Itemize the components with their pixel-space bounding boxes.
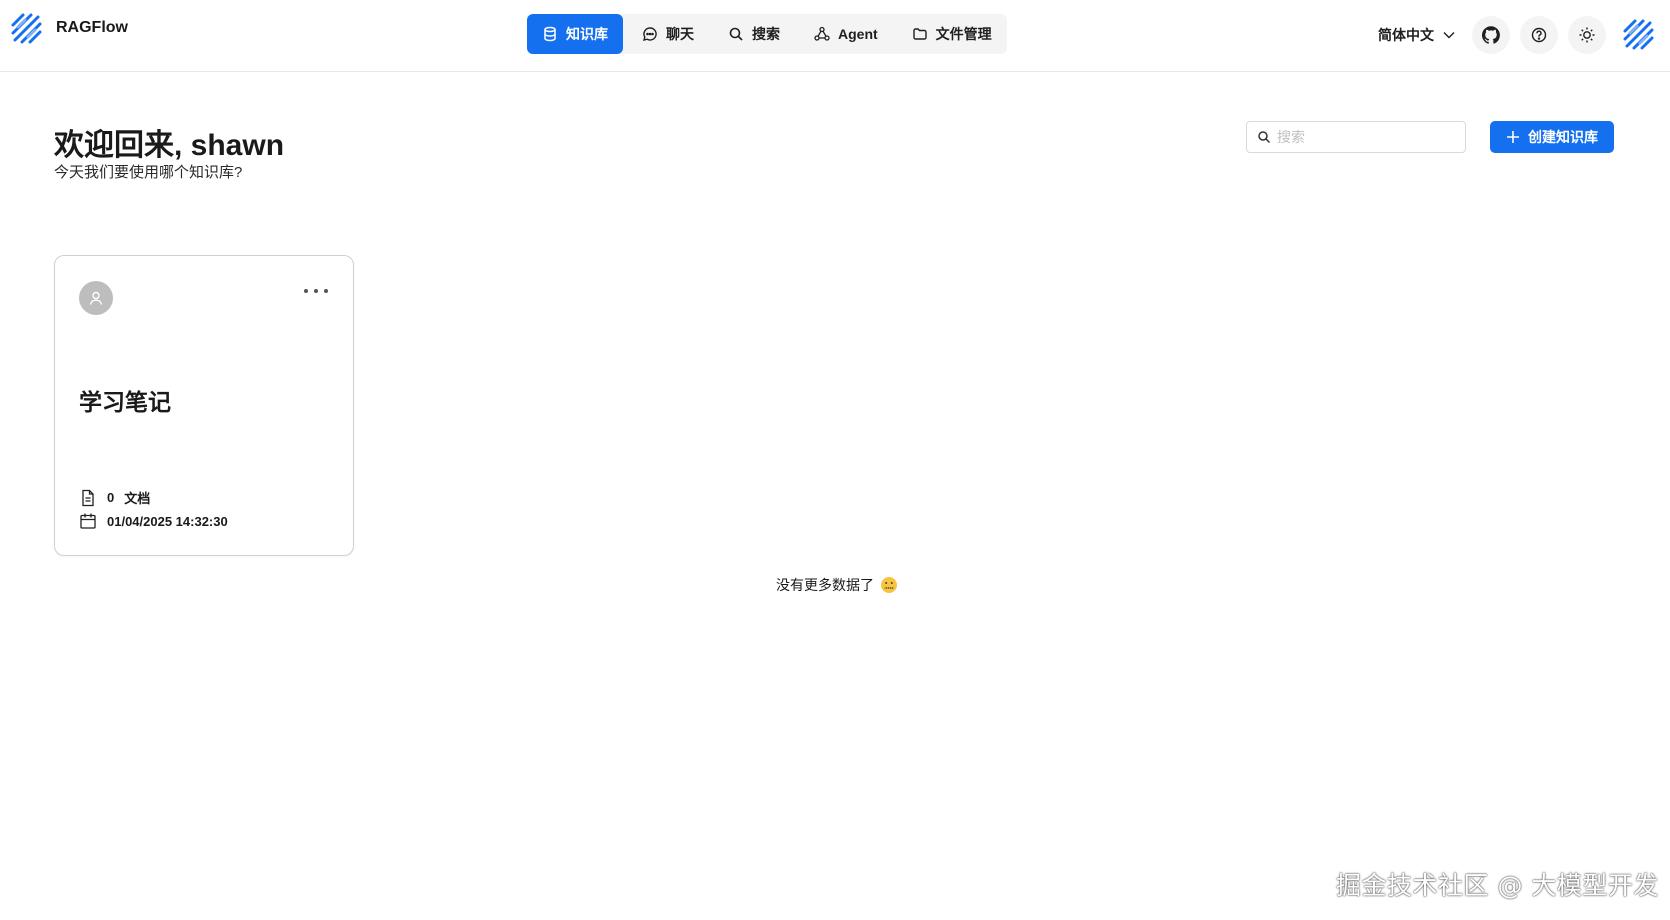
database-icon [544, 26, 556, 42]
graph-nodes-icon [814, 26, 830, 41]
more-options-icon[interactable] [303, 286, 329, 296]
welcome-title: 欢迎回来, shawn [54, 129, 285, 162]
ragflow-logo-icon [11, 13, 42, 44]
list-end-message: 没有更多数据了 [776, 575, 898, 595]
updated-date: 01/04/2025 14:32:30 [107, 513, 228, 529]
doc-count-unit: 文档 [124, 491, 151, 506]
help-circle-icon [1531, 27, 1547, 43]
main-nav: 知识库 聊天 搜索 Agent 文件管理 [527, 14, 1007, 54]
nav-label: Agent [838, 26, 878, 42]
nav-item-chat[interactable]: 聊天 [627, 14, 709, 54]
kb-avatar [79, 281, 113, 315]
doc-count-value: 0 [107, 490, 115, 505]
nav-label: 知识库 [566, 26, 608, 42]
top-header: RAGFlow 知识库 聊天 搜索 Agent 文件管理 简体中文 [0, 0, 1670, 72]
language-label: 简体中文 [1378, 27, 1434, 43]
plus-icon [1507, 131, 1519, 143]
sun-icon [1579, 27, 1595, 43]
kb-doc-count: 0 文档 [79, 488, 150, 507]
nav-item-search[interactable]: 搜索 [713, 14, 795, 54]
list-end-text: 没有更多数据了 [776, 577, 874, 593]
folder-icon [912, 28, 927, 40]
github-icon [1482, 26, 1500, 44]
app-name: RAGFlow [56, 19, 128, 36]
brand[interactable]: RAGFlow [10, 12, 128, 46]
chevron-down-icon [1443, 32, 1455, 39]
nav-label: 搜索 [752, 26, 780, 42]
nav-item-file-management[interactable]: 文件管理 [897, 14, 1007, 54]
nav-item-knowledge-base[interactable]: 知识库 [527, 14, 623, 54]
nav-label: 文件管理 [935, 26, 992, 42]
kb-search-box[interactable] [1246, 121, 1466, 153]
search-icon [729, 27, 743, 41]
kb-search-input[interactable] [1277, 129, 1457, 145]
theme-toggle-button[interactable] [1568, 16, 1606, 54]
create-button-label: 创建知识库 [1528, 129, 1598, 145]
help-button[interactable] [1520, 16, 1558, 54]
watermark: 掘金技术社区 @ 大模型开发 [1336, 871, 1659, 900]
user-avatar[interactable] [1622, 18, 1656, 52]
zipper-mouth-emoji-icon [881, 577, 897, 593]
create-knowledge-base-button[interactable]: 创建知识库 [1490, 121, 1614, 153]
welcome-subtitle: 今天我们要使用哪个知识库? [54, 164, 243, 181]
nav-label: 聊天 [666, 26, 694, 42]
kb-updated: 01/04/2025 14:32:30 [79, 512, 228, 530]
knowledge-base-card[interactable]: 学习笔记 0 文档 01/04/2025 14:32:30 [54, 255, 354, 556]
language-selector[interactable]: 简体中文 [1378, 25, 1456, 45]
chat-bubble-icon [643, 27, 657, 41]
document-icon [82, 489, 94, 506]
github-button[interactable] [1472, 16, 1510, 54]
calendar-icon [80, 513, 96, 529]
header-tools: 简体中文 [1378, 16, 1656, 54]
kb-title: 学习笔记 [79, 389, 171, 415]
search-icon [1258, 131, 1271, 144]
nav-item-agent[interactable]: Agent [799, 14, 893, 54]
user-icon [89, 291, 103, 305]
